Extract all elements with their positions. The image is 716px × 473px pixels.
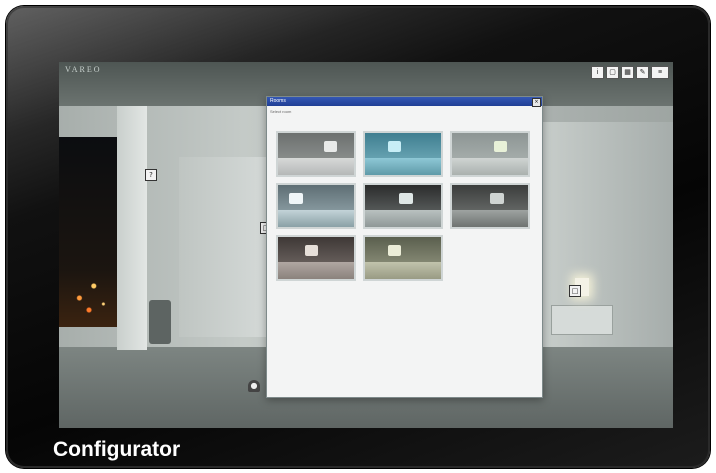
menu-icon[interactable]: ≡: [651, 66, 669, 79]
room-thumb-7[interactable]: [276, 235, 356, 281]
window-city-lights: [65, 262, 113, 322]
room-vase: [149, 300, 171, 344]
room-thumbnail-grid: [276, 131, 538, 281]
room-thumb-2[interactable]: [363, 131, 443, 177]
hotspot-lamp[interactable]: □: [569, 285, 581, 297]
dialog-title: Rooms: [270, 98, 286, 104]
room-thumb-1[interactable]: [276, 131, 356, 177]
close-icon[interactable]: ×: [532, 98, 541, 107]
dialog-titlebar[interactable]: Rooms ×: [267, 97, 542, 107]
edit-icon[interactable]: ✎: [636, 66, 649, 79]
configurator-viewport[interactable]: VAREO i ▢ ▦ ✎ ≡ ? □ □ ● Rooms × Select r…: [59, 62, 673, 428]
room-thumb-5[interactable]: [363, 183, 443, 229]
viewer-toolbar: i ▢ ▦ ✎ ≡: [591, 66, 669, 79]
room-nightstand: [551, 305, 613, 335]
walk-person-icon[interactable]: ●: [248, 380, 260, 392]
room-thumb-4[interactable]: [276, 183, 356, 229]
room-selector-dialog: Rooms × Select room: [266, 96, 543, 398]
room-cabinet: [179, 157, 269, 337]
info-icon[interactable]: i: [591, 66, 604, 79]
dialog-subtitle: Select room: [270, 109, 292, 114]
room-thumb-3[interactable]: [450, 131, 530, 177]
caption-title: Configurator: [53, 438, 181, 461]
view-icon[interactable]: ▢: [606, 66, 619, 79]
hotspot-cabinet[interactable]: ?: [145, 169, 157, 181]
brand-logo: VAREO: [65, 65, 102, 74]
room-thumb-6[interactable]: [450, 183, 530, 229]
room-pillar: [117, 106, 147, 350]
grid-icon[interactable]: ▦: [621, 66, 634, 79]
room-thumb-8[interactable]: [363, 235, 443, 281]
tablet-bezel: VAREO i ▢ ▦ ✎ ≡ ? □ □ ● Rooms × Select r…: [6, 6, 710, 468]
